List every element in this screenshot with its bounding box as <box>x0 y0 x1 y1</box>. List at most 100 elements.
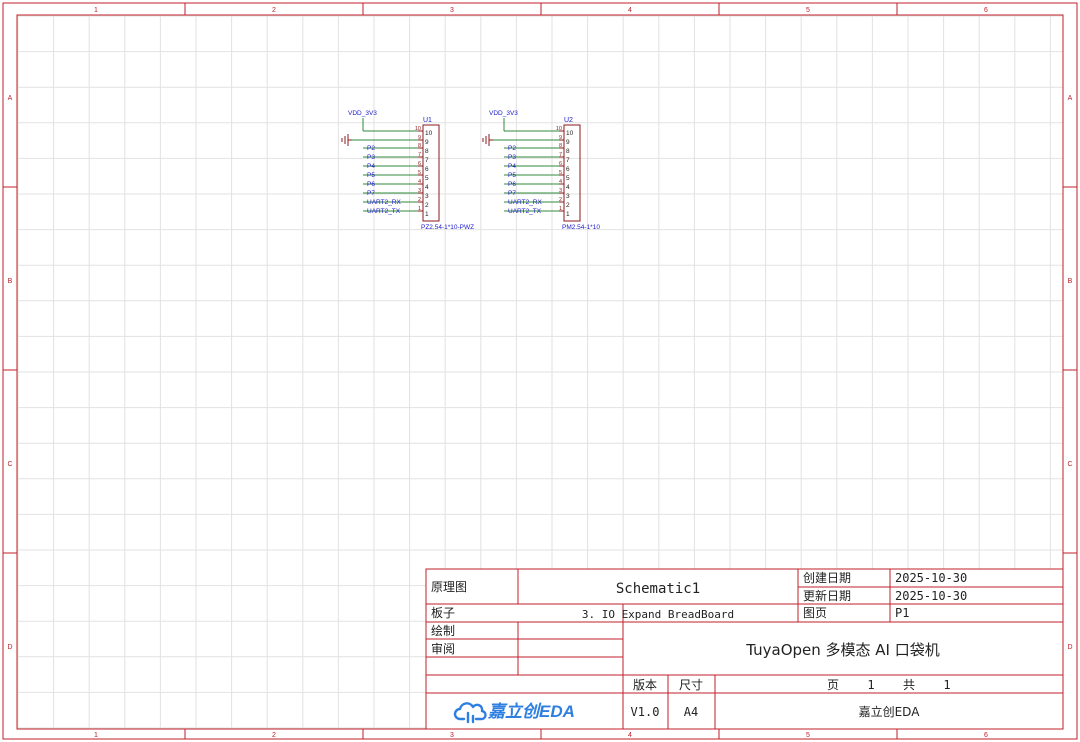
u2-pin-numbers-inside: 10 9 8 7 6 5 4 3 2 1 <box>566 130 574 218</box>
svg-text:5: 5 <box>418 170 421 176</box>
page-word: 页 <box>827 678 839 692</box>
svg-text:6: 6 <box>566 166 570 173</box>
page-number: 1 <box>867 678 874 692</box>
svg-text:6: 6 <box>418 161 421 167</box>
row-label-right: A <box>1068 95 1073 102</box>
u1-pin-numbers-outside: 10 9 8 7 6 5 4 3 2 1 <box>415 126 421 212</box>
svg-text:10: 10 <box>556 126 562 132</box>
svg-text:P4: P4 <box>508 163 516 170</box>
u2-pin-numbers-outside: 10 9 8 7 6 5 4 3 2 1 <box>556 126 562 212</box>
col-label-top: 5 <box>806 7 810 14</box>
board-name: 3. IO Expand BreadBoard <box>582 608 734 621</box>
svg-text:9: 9 <box>559 135 562 141</box>
u1-pin-numbers-inside: 10 9 8 7 6 5 4 3 2 1 <box>425 130 433 218</box>
version-label: 版本 <box>633 678 657 692</box>
svg-text:6: 6 <box>559 161 562 167</box>
svg-text:P5: P5 <box>367 172 375 179</box>
svg-text:UART2_TX: UART2_TX <box>367 208 401 215</box>
row-label-left: B <box>8 278 13 285</box>
svg-text:8: 8 <box>559 143 562 149</box>
svg-text:7: 7 <box>425 157 429 164</box>
col-label-bottom: 6 <box>984 732 988 739</box>
u1-power-label: VDD_3V3 <box>348 110 377 117</box>
svg-text:2: 2 <box>425 202 429 209</box>
svg-text:P6: P6 <box>508 181 516 188</box>
svg-text:9: 9 <box>425 139 429 146</box>
svg-text:5: 5 <box>425 175 429 182</box>
size-value: A4 <box>684 705 698 719</box>
svg-text:2: 2 <box>566 202 570 209</box>
schematic-sheet[interactable]: 1 2 3 4 5 6 1 2 3 4 5 6 A B C D A B C D <box>0 0 1080 742</box>
svg-text:UART2_RX: UART2_RX <box>508 199 543 206</box>
col-label-top: 4 <box>628 7 632 14</box>
row-label-left: C <box>7 461 12 468</box>
u2-footprint: PM2.54-1*10 <box>562 224 600 231</box>
svg-text:2: 2 <box>418 197 421 203</box>
col-label-top: 6 <box>984 7 988 14</box>
u1-wires <box>352 118 418 212</box>
svg-text:8: 8 <box>566 148 570 155</box>
svg-text:10: 10 <box>415 126 421 132</box>
row-label-left: A <box>8 95 13 102</box>
company-name: 嘉立创EDA <box>859 704 921 719</box>
page-value: P1 <box>895 606 909 620</box>
total-pages: 1 <box>943 678 950 692</box>
u2-ref: U2 <box>564 117 573 124</box>
svg-text:P6: P6 <box>367 181 375 188</box>
schematic-name: Schematic1 <box>616 581 700 597</box>
svg-text:8: 8 <box>418 143 421 149</box>
svg-text:6: 6 <box>425 166 429 173</box>
svg-text:3: 3 <box>559 188 562 194</box>
version-value: V1.0 <box>631 705 660 719</box>
svg-text:P3: P3 <box>367 154 375 161</box>
col-label-bottom: 4 <box>628 732 632 739</box>
row-label-right: C <box>1067 461 1072 468</box>
title-block: 原理图 Schematic1 板子 3. IO Expand BreadBoar… <box>425 568 1064 730</box>
svg-text:3: 3 <box>418 188 421 194</box>
u2-net-labels: P2 P3 P4 P5 P6 P7 UART2_RX UART2_TX <box>508 145 543 215</box>
col-label-top: 3 <box>450 7 454 14</box>
svg-text:9: 9 <box>566 139 570 146</box>
board-label: 板子 <box>431 606 455 620</box>
u1-ref: U1 <box>423 117 432 124</box>
svg-text:UART2_RX: UART2_RX <box>367 199 402 206</box>
size-label: 尺寸 <box>679 678 703 692</box>
svg-text:4: 4 <box>425 184 429 191</box>
col-label-bottom: 5 <box>806 732 810 739</box>
u1-footprint: PZ2.54-1*10-PWZ <box>421 224 474 231</box>
svg-text:4: 4 <box>418 179 421 185</box>
svg-text:P2: P2 <box>508 145 516 152</box>
project-title: TuyaOpen 多模态 AI 口袋机 <box>745 641 940 659</box>
created-date: 2025-10-30 <box>895 571 967 585</box>
col-label-bottom: 3 <box>450 732 454 739</box>
connector-u2[interactable]: U2 VDD_3V3 PM2.54-1*10 10 9 8 7 6 5 4 3 … <box>482 110 600 231</box>
svg-text:5: 5 <box>559 170 562 176</box>
svg-text:9: 9 <box>418 135 421 141</box>
review-label: 审阅 <box>431 641 455 656</box>
svg-text:10: 10 <box>425 130 433 137</box>
total-word: 共 <box>903 678 915 692</box>
svg-text:P7: P7 <box>367 190 375 197</box>
drawn-label: 绘制 <box>431 623 455 638</box>
svg-text:1: 1 <box>418 206 421 212</box>
svg-text:P5: P5 <box>508 172 516 179</box>
connector-u1[interactable]: U1 VDD_3V3 PZ2.54-1*10-PWZ 10 9 8 7 6 5 … <box>341 110 474 231</box>
updated-date: 2025-10-30 <box>895 589 967 603</box>
svg-text:2: 2 <box>559 197 562 203</box>
svg-text:7: 7 <box>566 157 570 164</box>
row-label-left: D <box>7 644 12 651</box>
svg-text:10: 10 <box>566 130 574 137</box>
logo-text: 嘉立创EDA <box>487 702 575 721</box>
svg-text:P7: P7 <box>508 190 516 197</box>
row-label-right: B <box>1068 278 1073 285</box>
svg-text:1: 1 <box>566 211 570 218</box>
svg-text:3: 3 <box>425 193 429 200</box>
created-label: 创建日期 <box>803 571 851 585</box>
ground-icon <box>482 134 493 146</box>
col-label-top: 1 <box>94 7 98 14</box>
svg-text:1: 1 <box>559 206 562 212</box>
svg-text:1: 1 <box>425 211 429 218</box>
schematic-label: 原理图 <box>431 580 467 594</box>
svg-text:P2: P2 <box>367 145 375 152</box>
col-label-top: 2 <box>272 7 276 14</box>
